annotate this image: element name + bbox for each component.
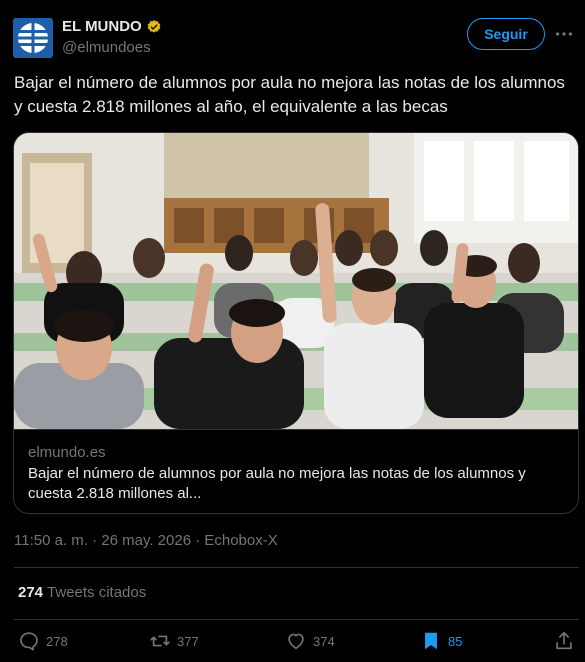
retweet-button[interactable]: 377	[149, 630, 199, 652]
quote-label: Tweets citados	[47, 584, 147, 601]
bookmark-count: 85	[448, 633, 463, 649]
card-domain: elmundo.es	[28, 444, 106, 461]
quote-tweets-link[interactable]: 274 Tweets citados	[18, 584, 146, 601]
card-title: Bajar el número de alumnos por aula no m…	[28, 465, 526, 502]
retweet-icon	[150, 635, 170, 647]
retweet-count: 377	[177, 633, 199, 649]
like-count: 374	[313, 633, 335, 649]
follow-button[interactable]: Seguir	[467, 18, 545, 50]
bookmark-filled-icon	[425, 632, 437, 650]
heart-icon	[288, 633, 304, 650]
like-button[interactable]: 374	[285, 630, 335, 652]
link-card[interactable]: elmundo.es Bajar el número de alumnos po…	[13, 132, 579, 514]
reply-count: 278	[46, 633, 68, 649]
card-image[interactable]	[14, 133, 579, 429]
avatar[interactable]	[13, 18, 53, 58]
tweet-meta[interactable]: 11:50 a. m. · 26 may. 2026 · Echobox-X	[14, 532, 278, 549]
more-options-icon[interactable]	[553, 24, 575, 44]
divider	[14, 567, 579, 568]
author-name[interactable]: EL MUNDO	[62, 18, 142, 35]
share-icon	[556, 631, 572, 650]
bookmark-button[interactable]: 85	[420, 630, 462, 652]
share-button[interactable]	[553, 630, 575, 652]
tweet-text: Bajar el número de alumnos por aula no m…	[14, 73, 565, 116]
verified-badge-icon	[147, 19, 161, 33]
card-footer[interactable]: elmundo.es Bajar el número de alumnos po…	[14, 429, 578, 513]
quote-count: 274	[18, 584, 44, 601]
author-name-row[interactable]: EL MUNDO	[62, 18, 162, 35]
reply-button[interactable]: 278	[18, 630, 68, 652]
divider	[14, 619, 579, 620]
author-handle[interactable]: @elmundoes	[62, 39, 151, 56]
reply-icon	[20, 632, 38, 651]
el-mundo-logo-icon	[13, 18, 53, 58]
